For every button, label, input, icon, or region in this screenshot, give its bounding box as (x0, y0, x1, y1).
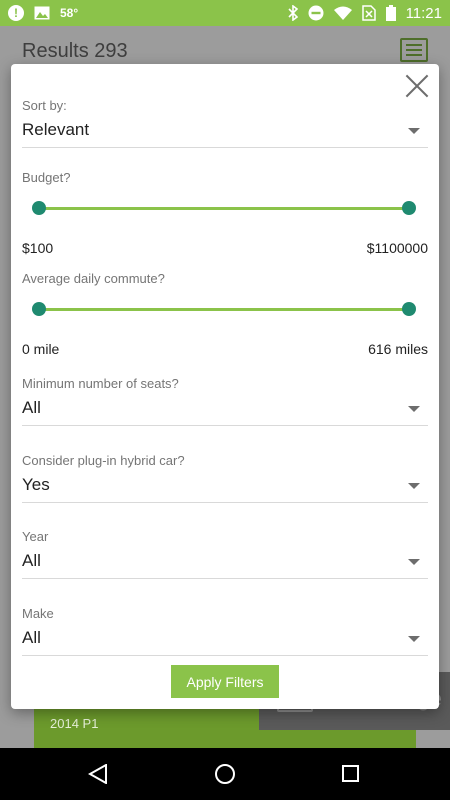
commute-max-text: 616 miles (368, 341, 428, 357)
hybrid-select[interactable]: Yes (22, 473, 428, 503)
wifi-icon (333, 6, 352, 20)
clock-text: 11:21 (405, 4, 442, 22)
commute-label: Average daily commute? (22, 271, 165, 286)
close-icon[interactable] (405, 74, 429, 98)
sort-label: Sort by: (22, 98, 67, 113)
make-label: Make (22, 606, 54, 621)
year-value: All (22, 551, 41, 570)
year-label: Year (22, 529, 49, 544)
bluetooth-icon (287, 5, 298, 21)
year-select[interactable]: All (22, 549, 428, 579)
results-title: Results 293 (22, 40, 128, 62)
budget-max-text: $1100000 (366, 240, 428, 256)
sort-select[interactable]: Relevant (22, 118, 428, 148)
budget-label: Budget? (22, 170, 71, 185)
status-bar: ! 58° 11:21 (0, 0, 450, 26)
temperature-text: 58° (60, 6, 79, 20)
commute-max-handle[interactable] (402, 302, 416, 316)
commute-slider[interactable] (32, 301, 416, 317)
no-sim-icon (361, 5, 376, 21)
seats-select[interactable]: All (22, 396, 428, 426)
hybrid-label: Consider plug-in hybrid car? (22, 453, 185, 468)
chevron-down-icon (408, 636, 420, 642)
make-value: All (22, 628, 41, 647)
hybrid-value: Yes (22, 475, 50, 494)
image-icon (34, 6, 50, 20)
commute-min-handle[interactable] (32, 302, 46, 316)
alert-icon: ! (8, 5, 24, 21)
budget-max-handle[interactable] (402, 201, 416, 215)
seats-label: Minimum number of seats? (22, 376, 179, 391)
budget-min-handle[interactable] (32, 201, 46, 215)
chevron-down-icon (408, 128, 420, 134)
budget-slider-track (38, 207, 410, 210)
commute-slider-track (38, 308, 410, 311)
budget-min-text: $100 (22, 240, 54, 256)
chevron-down-icon (408, 559, 420, 565)
battery-icon (385, 5, 396, 21)
filter-icon[interactable] (400, 38, 428, 62)
do-not-disturb-icon (308, 5, 324, 21)
filter-dialog: Sort by: Relevant Budget? $100 $1100000 … (11, 64, 439, 709)
chevron-down-icon (408, 406, 420, 412)
home-icon[interactable] (215, 764, 235, 784)
make-select[interactable]: All (22, 626, 428, 656)
seats-value: All (22, 398, 41, 417)
sort-value: Relevant (22, 120, 90, 139)
commute-min-text: 0 mile (22, 341, 60, 357)
navigation-bar (0, 748, 450, 800)
apply-filters-button[interactable]: Apply Filters (171, 665, 279, 698)
chevron-down-icon (408, 483, 420, 489)
recent-apps-icon[interactable] (342, 765, 359, 782)
back-icon[interactable] (88, 764, 108, 784)
budget-slider[interactable] (32, 200, 416, 216)
